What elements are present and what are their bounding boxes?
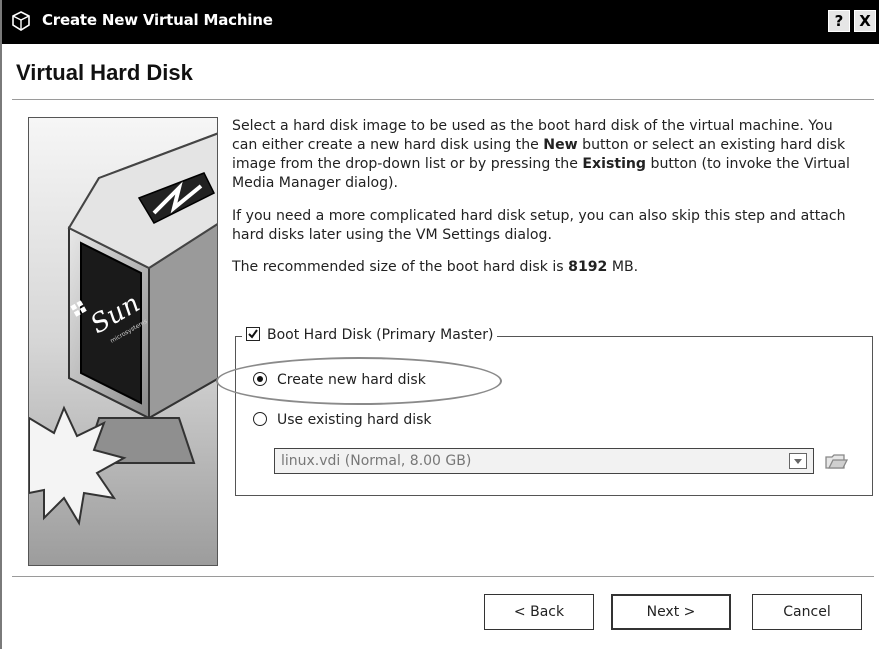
check-mark-icon [248, 329, 258, 339]
create-new-disk-radio[interactable]: Create new hard disk [253, 372, 426, 388]
use-existing-disk-radio[interactable]: Use existing hard disk [253, 412, 432, 428]
page-title: Virtual Hard Disk [16, 60, 193, 85]
existing-disk-value: linux.vdi (Normal, 8.00 GB) [281, 453, 472, 469]
wizard-window: Create New Virtual Machine ? X Virtual H… [0, 0, 879, 649]
create-new-disk-label: Create new hard disk [277, 372, 426, 388]
radio-selected-icon[interactable] [253, 372, 267, 386]
dropdown-arrow-icon[interactable] [789, 453, 807, 469]
boot-hard-disk-checkbox[interactable]: Boot Hard Disk (Primary Master) [242, 327, 498, 347]
cancel-button[interactable]: Cancel [752, 594, 862, 630]
footer-divider [12, 576, 874, 578]
open-folder-icon [825, 454, 849, 469]
window-title: Create New Virtual Machine [42, 11, 273, 29]
boot-hard-disk-label: Boot Hard Disk (Primary Master) [267, 327, 494, 343]
instructions: Select a hard disk image to be used as t… [232, 117, 862, 291]
existing-disk-dropdown[interactable]: linux.vdi (Normal, 8.00 GB) [274, 448, 814, 474]
close-button[interactable]: X [854, 10, 876, 32]
chevron-down-icon [794, 459, 802, 464]
virtualbox-cube-icon [12, 11, 30, 31]
wizard-side-image: Sun microsystems [28, 117, 218, 566]
checkbox-icon[interactable] [246, 327, 260, 341]
back-button[interactable]: < Back [484, 594, 594, 630]
recommended-size-value: 8192 [568, 259, 608, 275]
title-bar[interactable]: Create New Virtual Machine ? X [2, 0, 879, 44]
recommended-size-text: The recommended size of the boot hard di… [232, 259, 639, 275]
radio-unselected-icon[interactable] [253, 412, 267, 426]
help-button[interactable]: ? [828, 10, 850, 32]
open-folder-button[interactable] [824, 450, 849, 472]
virtualbox-monitor-illustration: Sun microsystems [29, 118, 217, 565]
use-existing-disk-label: Use existing hard disk [277, 412, 432, 428]
instructions-paragraph-2: If you need a more complicated hard disk… [232, 208, 846, 243]
next-button[interactable]: Next > [611, 594, 731, 630]
header-divider [12, 99, 874, 101]
instructions-paragraph-1: Select a hard disk image to be used as t… [232, 118, 850, 191]
